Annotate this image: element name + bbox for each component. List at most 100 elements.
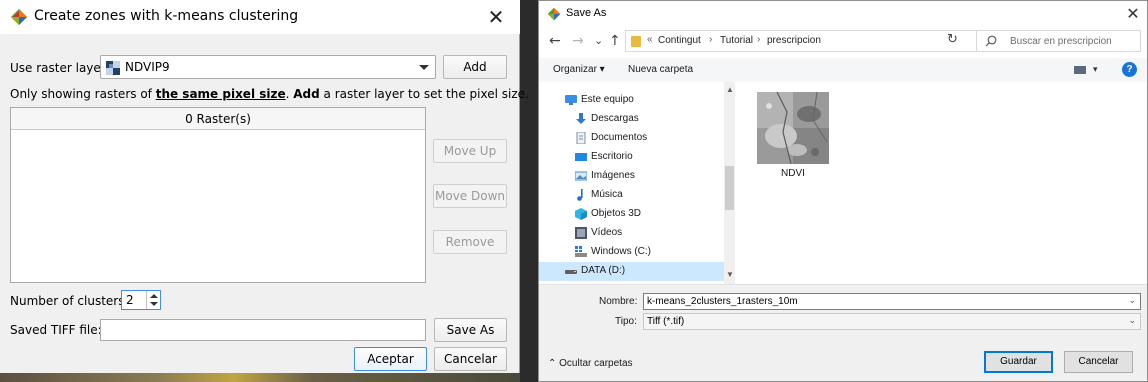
navigation-pane[interactable]: Este equipo Descargas Documentos Escrito… — [539, 82, 735, 284]
tree-item-label: DATA (D:) — [581, 265, 626, 276]
screenshot-stage: Create zones with k-means clustering ✕ U… — [0, 0, 1148, 382]
download-icon — [576, 113, 586, 124]
tree-item-descargas[interactable]: Descargas — [575, 110, 745, 129]
info-text-prefix: Only showing rasters of — [10, 87, 156, 101]
filename-value: k-means_2clusters_1rasters_10m — [647, 296, 798, 307]
scrollbar-thumb[interactable] — [725, 166, 734, 210]
tree-item-objetos-3d[interactable]: Objetos 3D — [575, 205, 745, 224]
raster-list-header[interactable]: 0 Raster(s) — [11, 108, 425, 130]
qgis-logo-icon — [11, 9, 27, 25]
tree-item-documentos[interactable]: Documentos — [575, 129, 745, 148]
clusters-value: 2 — [126, 293, 134, 307]
tree-item-este-equipo[interactable]: Este equipo — [565, 91, 735, 110]
kmeans-dialog-title: Create zones with k-means clustering — [34, 8, 299, 24]
info-text-emphasis: the same pixel size — [155, 87, 286, 101]
spin-up-icon[interactable] — [150, 294, 158, 298]
filetype-label: Tipo: — [615, 316, 637, 327]
clusters-label: Number of clusters: — [10, 294, 129, 308]
view-dropdown-icon[interactable]: ▾ — [1093, 64, 1098, 75]
spin-down-icon[interactable] — [150, 302, 158, 306]
music-icon — [577, 189, 583, 201]
windows-drive-icon — [575, 246, 587, 257]
accept-button[interactable]: Aceptar — [354, 347, 427, 371]
cancel-button[interactable]: Cancelar — [1064, 351, 1133, 373]
search-icon — [985, 35, 997, 47]
move-down-button[interactable]: Move Down — [433, 184, 507, 208]
move-up-button[interactable]: Move Up — [433, 139, 507, 163]
scroll-down-icon[interactable]: ▼ — [726, 270, 734, 279]
cancel-button[interactable]: Cancelar — [434, 347, 507, 371]
help-icon[interactable]: ? — [1122, 62, 1137, 77]
breadcrumb-contingut[interactable]: Contingut — [658, 35, 701, 46]
qgis-logo-icon — [547, 7, 561, 21]
tree-item-data-d[interactable]: DATA (D:) — [539, 262, 724, 281]
tree-item-escritorio[interactable]: Escritorio — [575, 148, 745, 167]
raster-list[interactable]: 0 Raster(s) — [10, 107, 426, 283]
breadcrumb-prescripcion[interactable]: prescripcion — [767, 35, 821, 46]
close-icon[interactable]: ✕ — [1123, 4, 1143, 24]
file-name-label: NDVI — [781, 168, 805, 179]
recent-locations-icon[interactable]: ⌄ — [594, 32, 603, 50]
tree-item-label: Windows (C:) — [591, 246, 652, 257]
save-as-title: Save As — [566, 7, 607, 19]
scroll-up-icon[interactable]: ▲ — [726, 85, 734, 94]
save-as-titlebar: Save As ✕ — [539, 1, 1147, 27]
up-arrow-icon[interactable]: ↑ — [609, 32, 621, 50]
back-arrow-icon[interactable]: ← — [549, 32, 561, 50]
tree-item-label: Vídeos — [591, 227, 623, 238]
tree-item-windows-c[interactable]: Windows (C:) — [575, 243, 745, 262]
info-text-suffix: a raster layer to set the pixel size. — [319, 87, 529, 101]
clusters-spinbox[interactable]: 2 — [121, 290, 161, 310]
kmeans-titlebar: Create zones with k-means clustering ✕ — [0, 0, 520, 34]
tree-item-label: Objetos 3D — [591, 208, 642, 219]
filetype-select[interactable]: Tiff (*.tif) ⌄ — [643, 313, 1141, 330]
file-thumbnail-ndvi[interactable] — [757, 92, 829, 164]
tree-item-label: Escritorio — [591, 151, 633, 162]
raster-layer-value: NDVIP9 — [125, 60, 170, 74]
tiff-file-input[interactable] — [100, 319, 426, 341]
tree-item-imagenes[interactable]: Imágenes — [575, 167, 745, 186]
refresh-icon[interactable]: ↻ — [947, 32, 958, 47]
spin-arrows[interactable] — [146, 291, 160, 309]
raster-layer-icon — [106, 61, 120, 75]
videos-icon — [575, 227, 587, 239]
tree-item-label: Este equipo — [581, 94, 634, 105]
organize-menu[interactable]: Organizar ▾ — [553, 64, 605, 75]
pictures-icon — [575, 171, 587, 181]
save-button[interactable]: Guardar — [984, 351, 1053, 373]
tiff-file-label: Saved TIFF file: — [10, 323, 102, 337]
chevron-down-icon[interactable]: ⌄ — [1128, 315, 1136, 326]
raster-layer-combobox[interactable]: NDVIP9 — [100, 55, 436, 79]
new-folder-button[interactable]: Nueva carpeta — [628, 64, 693, 75]
add-button[interactable]: Add — [443, 55, 507, 79]
chevron-down-icon[interactable]: ⌄ — [1128, 295, 1136, 306]
kmeans-dialog: Create zones with k-means clustering ✕ U… — [0, 0, 529, 382]
tree-item-label: Descargas — [591, 113, 639, 124]
search-box[interactable]: Buscar en prescripcion — [976, 30, 1141, 52]
view-options-icon[interactable] — [1074, 66, 1086, 74]
close-icon[interactable]: ✕ — [482, 4, 510, 30]
drive-icon — [565, 270, 577, 274]
tree-item-videos[interactable]: Vídeos — [575, 224, 745, 243]
hide-folders-toggle[interactable]: ⌃ Ocultar carpetas — [548, 358, 633, 369]
path-overflow-icon[interactable]: « — [647, 34, 653, 45]
forward-arrow-icon[interactable]: → — [572, 32, 584, 50]
filename-input[interactable]: k-means_2clusters_1rasters_10m ⌄ — [643, 293, 1141, 310]
raster-layer-label: Use raster layer — [10, 61, 106, 75]
remove-button[interactable]: Remove — [433, 230, 507, 254]
save-as-button[interactable]: Save As — [434, 318, 507, 342]
breadcrumb-separator: › — [709, 34, 713, 45]
folder-icon — [631, 36, 641, 47]
breadcrumb-tutorial[interactable]: Tutorial — [720, 35, 753, 46]
filename-label: Nombre: — [599, 296, 638, 307]
tree-item-musica[interactable]: Música — [575, 186, 745, 205]
tree-item-label: Documentos — [591, 132, 648, 143]
save-as-dialog: Save As ✕ ← → ⌄ ↑ « Contingut › Tutorial… — [538, 0, 1148, 382]
desktop-icon — [575, 153, 587, 161]
navigation-scrollbar[interactable]: ▲ ▼ — [724, 82, 735, 284]
objects-3d-icon — [575, 208, 587, 220]
pixel-size-info: Only showing rasters of the same pixel s… — [10, 87, 529, 101]
file-view[interactable]: NDVI — [735, 82, 1147, 284]
tree-item-label: Imágenes — [591, 170, 635, 181]
breadcrumb-separator: › — [757, 34, 761, 45]
